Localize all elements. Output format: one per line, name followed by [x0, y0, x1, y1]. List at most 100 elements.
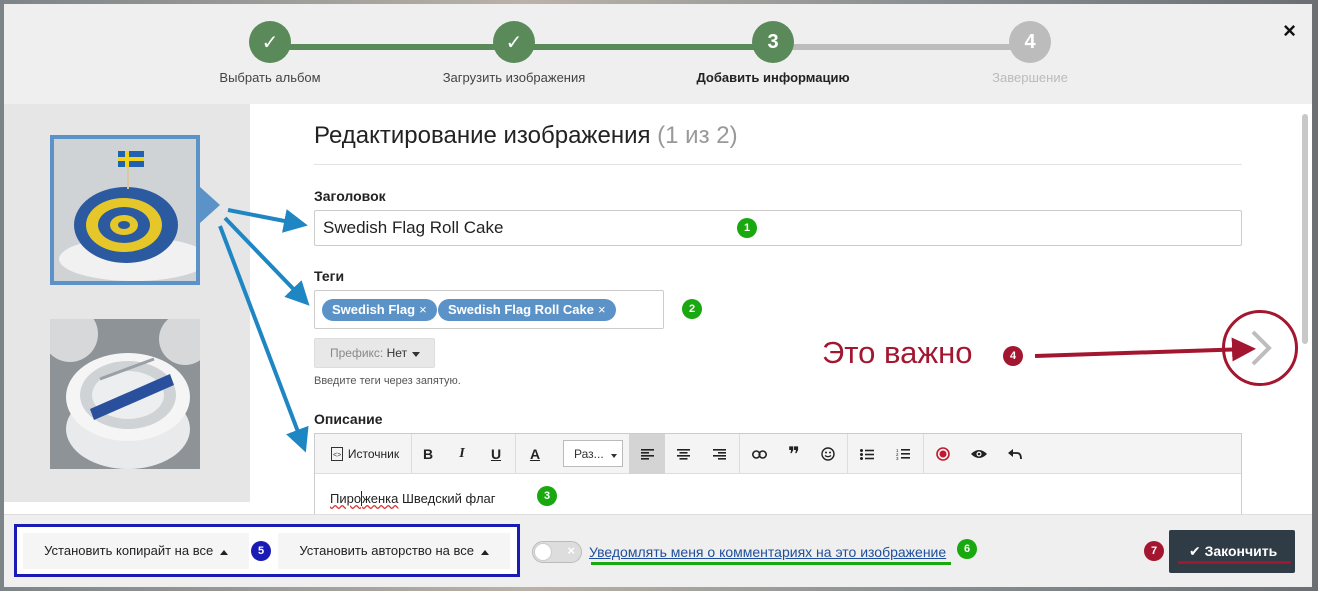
chevron-right-icon: [1251, 330, 1272, 366]
source-label: Источник: [347, 447, 400, 461]
bullet-list-icon: [860, 448, 874, 460]
tags-input[interactable]: Swedish Flag × Swedish Flag Roll Cake ×: [314, 290, 664, 329]
toolbar-separator: [739, 434, 740, 474]
description-text[interactable]: Пироженка Шведский флаг: [330, 491, 496, 506]
toolbar-separator: [515, 434, 516, 474]
step-1-label[interactable]: Выбрать альбом: [219, 70, 320, 85]
title-input[interactable]: [314, 210, 1242, 246]
description-text-rest: Шведский флаг: [398, 491, 496, 506]
step-2-check-icon[interactable]: ✓: [493, 21, 535, 63]
undo-icon: [1008, 448, 1022, 459]
source-button[interactable]: <> Источник: [321, 434, 409, 474]
editor-toolbar: <> Источник B I U A Раз... ❞ 1 2 3: [315, 434, 1241, 474]
image-counter: (1 из 2): [657, 122, 738, 149]
close-icon[interactable]: ×: [1283, 18, 1296, 44]
caret-up-icon: [480, 550, 489, 555]
preview-button[interactable]: [961, 434, 997, 474]
tags-hint: Введите теги через запятую.: [314, 375, 461, 387]
finish-label: Закончить: [1204, 543, 1278, 559]
quote-icon[interactable]: ❞: [777, 434, 811, 474]
tag-label: Swedish Flag: [332, 302, 416, 317]
svg-text:<>: <>: [333, 452, 341, 459]
annotation-badge-7: 7: [1144, 541, 1164, 561]
thumbnail-cake-selected[interactable]: [50, 135, 200, 285]
link-button[interactable]: [741, 434, 777, 474]
caret-down-icon: [611, 454, 617, 458]
source-icon: <>: [330, 447, 343, 461]
caret-down-icon: [412, 352, 421, 357]
page-title: Редактирование изображения (1 из 2): [314, 122, 738, 150]
svg-text:3: 3: [896, 456, 899, 460]
underline-button[interactable]: U: [479, 434, 513, 474]
prefix-dropdown[interactable]: Префикс: Нет: [314, 338, 435, 368]
volvo-cake-image: [50, 319, 200, 469]
record-button[interactable]: [925, 434, 961, 474]
align-left-icon: [640, 448, 654, 460]
annotation-important-text: Это важно: [822, 335, 973, 370]
align-right-icon: [712, 448, 726, 460]
notify-comments-link[interactable]: Уведомлять меня о комментариях на это из…: [589, 544, 946, 560]
scrollbar[interactable]: [1302, 114, 1308, 344]
link-icon: [751, 449, 767, 459]
upload-modal: ✓ ✓ 3 4 Выбрать альбом Загрузить изображ…: [4, 4, 1312, 587]
cake-image: [54, 139, 196, 281]
set-copyright-all-button[interactable]: Установить копирайт на все: [23, 533, 249, 569]
set-author-all-label: Установить авторство на все: [299, 543, 474, 558]
align-left-button[interactable]: [629, 434, 665, 474]
annotation-badge-6: 6: [957, 539, 977, 559]
align-right-button[interactable]: [701, 434, 737, 474]
remove-tag-icon[interactable]: ×: [419, 302, 427, 317]
wizard-steps: ✓ ✓ 3 4 Выбрать альбом Загрузить изображ…: [4, 4, 1312, 104]
thumbnail-volvo[interactable]: [50, 319, 200, 469]
smiley-button[interactable]: [811, 434, 845, 474]
record-icon: [936, 447, 950, 461]
step-3-label: Добавить информацию: [696, 70, 850, 85]
tag-chip[interactable]: Swedish Flag ×: [322, 299, 437, 321]
numbered-list-icon: 123: [896, 448, 910, 460]
annotation-underline-green: [591, 562, 951, 565]
finish-button[interactable]: ✔ Закончить: [1169, 530, 1295, 573]
next-image-button[interactable]: [1222, 310, 1298, 386]
tag-label: Swedish Flag Roll Cake: [448, 302, 594, 317]
step-2-label[interactable]: Загрузить изображения: [443, 70, 586, 85]
tag-chip[interactable]: Swedish Flag Roll Cake ×: [438, 299, 616, 321]
divider: [314, 164, 1242, 165]
step-3-circle: 3: [752, 21, 794, 63]
prefix-label: Префикс:: [330, 346, 384, 360]
thumbnail-sidebar: [4, 104, 250, 502]
font-size-dropdown[interactable]: Раз...: [563, 440, 623, 467]
annotation-badge-2: 2: [682, 299, 702, 319]
bullet-list-button[interactable]: [849, 434, 885, 474]
image-editor: Редактирование изображения (1 из 2) Заго…: [254, 104, 1312, 514]
toolbar-separator: [847, 434, 848, 474]
italic-button[interactable]: I: [445, 434, 479, 474]
tags-label: Теги: [314, 268, 345, 284]
font-size-label: Раз...: [574, 447, 604, 461]
undo-button[interactable]: [997, 434, 1033, 474]
description-misspelled-part: женка: [362, 491, 399, 506]
annotation-badge-5: 5: [251, 541, 271, 561]
numbered-list-button[interactable]: 123: [885, 434, 921, 474]
prefix-value: Нет: [386, 346, 408, 360]
check-icon: ✔: [1189, 543, 1201, 559]
annotation-badge-3: 3: [537, 486, 557, 506]
eye-icon: [971, 450, 987, 458]
progress-line-pending: [780, 44, 1034, 50]
annotation-badge-1: 1: [737, 218, 757, 238]
notify-toggle[interactable]: ×: [532, 541, 582, 563]
set-author-all-button[interactable]: Установить авторство на все: [278, 533, 510, 569]
description-editor: <> Источник B I U A Раз... ❞ 1 2 3 Пирож…: [314, 433, 1242, 514]
description-label: Описание: [314, 411, 383, 427]
align-center-button[interactable]: [665, 434, 701, 474]
selected-arrow: [200, 187, 220, 223]
set-copyright-all-label: Установить копирайт на все: [44, 543, 214, 558]
toggle-off-icon: ×: [567, 543, 575, 558]
font-color-button[interactable]: A: [517, 434, 553, 474]
step-4-label: Завершение: [992, 70, 1068, 85]
description-misspelled-part: Пиро: [330, 491, 362, 506]
remove-tag-icon[interactable]: ×: [598, 302, 606, 317]
bold-button[interactable]: B: [411, 434, 445, 474]
caret-up-icon: [219, 550, 228, 555]
title-field-label: Заголовок: [314, 188, 386, 204]
step-1-check-icon[interactable]: ✓: [249, 21, 291, 63]
